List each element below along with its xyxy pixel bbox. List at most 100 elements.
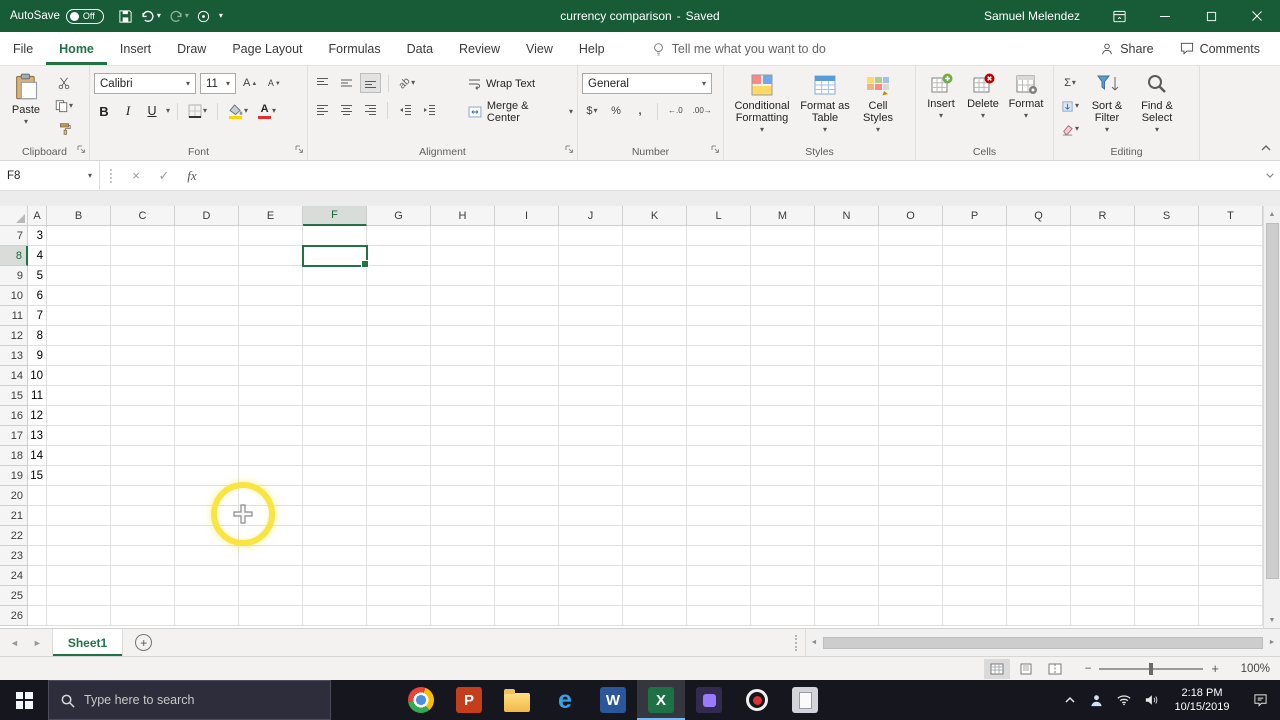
cell-M15[interactable] — [751, 386, 815, 406]
cell-F16[interactable] — [303, 406, 367, 426]
cell-T20[interactable] — [1199, 486, 1263, 506]
cell-I21[interactable] — [495, 506, 559, 526]
cell-I19[interactable] — [495, 466, 559, 486]
volume-tray-button[interactable] — [1137, 680, 1164, 720]
cell-O23[interactable] — [879, 546, 943, 566]
cell-A20[interactable] — [28, 486, 47, 506]
cell-F12[interactable] — [303, 326, 367, 346]
cell-E24[interactable] — [239, 566, 303, 586]
cell-J23[interactable] — [559, 546, 623, 566]
cell-Q22[interactable] — [1007, 526, 1071, 546]
cell-S24[interactable] — [1135, 566, 1199, 586]
column-header-C[interactable]: C — [111, 206, 175, 226]
cell-L22[interactable] — [687, 526, 751, 546]
format-cells-button[interactable]: Format ▾ — [1004, 71, 1048, 144]
expand-formula-bar-button[interactable] — [1260, 161, 1280, 190]
bold-button[interactable]: B — [94, 101, 114, 121]
cell-Q12[interactable] — [1007, 326, 1071, 346]
excel-button[interactable]: X — [637, 680, 685, 720]
cell-S25[interactable] — [1135, 586, 1199, 606]
tab-scrollbar-splitter[interactable] — [795, 634, 797, 651]
cell-T23[interactable] — [1199, 546, 1263, 566]
cell-F7[interactable] — [303, 226, 367, 246]
cell-M16[interactable] — [751, 406, 815, 426]
name-box[interactable]: F8 ▾ — [0, 161, 100, 190]
action-center-button[interactable] — [1240, 680, 1280, 720]
cell-H23[interactable] — [431, 546, 495, 566]
cell-P24[interactable] — [943, 566, 1007, 586]
cell-M11[interactable] — [751, 306, 815, 326]
increase-indent-button[interactable] — [419, 100, 439, 120]
row-header-8[interactable]: 8 — [0, 246, 28, 266]
cell-O18[interactable] — [879, 446, 943, 466]
tab-review[interactable]: Review — [446, 32, 513, 65]
cell-O26[interactable] — [879, 606, 943, 626]
cell-O25[interactable] — [879, 586, 943, 606]
cell-F21[interactable] — [303, 506, 367, 526]
cell-I16[interactable] — [495, 406, 559, 426]
cell-E26[interactable] — [239, 606, 303, 626]
percent-style-button[interactable]: % — [606, 101, 626, 121]
zoom-slider-handle[interactable] — [1149, 662, 1154, 675]
cell-R16[interactable] — [1071, 406, 1135, 426]
cell-D18[interactable] — [175, 446, 239, 466]
cell-M18[interactable] — [751, 446, 815, 466]
row-header-22[interactable]: 22 — [0, 526, 28, 546]
cell-L26[interactable] — [687, 606, 751, 626]
cell-L18[interactable] — [687, 446, 751, 466]
cell-C19[interactable] — [111, 466, 175, 486]
cell-N24[interactable] — [815, 566, 879, 586]
powerpoint-button[interactable]: P — [445, 680, 493, 720]
row-header-24[interactable]: 24 — [0, 566, 28, 586]
cell-D17[interactable] — [175, 426, 239, 446]
cell-P23[interactable] — [943, 546, 1007, 566]
cell-O10[interactable] — [879, 286, 943, 306]
cell-K20[interactable] — [623, 486, 687, 506]
cell-J14[interactable] — [559, 366, 623, 386]
cell-B15[interactable] — [47, 386, 111, 406]
format-as-table-button[interactable]: Format as Table ▾ — [796, 71, 854, 144]
cell-C11[interactable] — [111, 306, 175, 326]
cell-H21[interactable] — [431, 506, 495, 526]
cell-C17[interactable] — [111, 426, 175, 446]
cell-B20[interactable] — [47, 486, 111, 506]
cell-A17[interactable]: 13 — [28, 426, 47, 446]
cell-G17[interactable] — [367, 426, 431, 446]
cell-H18[interactable] — [431, 446, 495, 466]
cell-E13[interactable] — [239, 346, 303, 366]
cell-R14[interactable] — [1071, 366, 1135, 386]
cell-G19[interactable] — [367, 466, 431, 486]
cell-L21[interactable] — [687, 506, 751, 526]
cell-O15[interactable] — [879, 386, 943, 406]
cell-J17[interactable] — [559, 426, 623, 446]
tab-view[interactable]: View — [513, 32, 566, 65]
normal-view-button[interactable] — [983, 658, 1010, 679]
cell-N12[interactable] — [815, 326, 879, 346]
cell-N15[interactable] — [815, 386, 879, 406]
cell-S14[interactable] — [1135, 366, 1199, 386]
cell-R20[interactable] — [1071, 486, 1135, 506]
cell-E9[interactable] — [239, 266, 303, 286]
cell-H13[interactable] — [431, 346, 495, 366]
formula-bar-splitter[interactable] — [110, 168, 112, 183]
cell-R9[interactable] — [1071, 266, 1135, 286]
cell-L12[interactable] — [687, 326, 751, 346]
cell-M8[interactable] — [751, 246, 815, 266]
cell-E17[interactable] — [239, 426, 303, 446]
row-header-14[interactable]: 14 — [0, 366, 28, 386]
cell-C12[interactable] — [111, 326, 175, 346]
format-painter-button[interactable] — [52, 120, 76, 138]
cell-F24[interactable] — [303, 566, 367, 586]
cell-F22[interactable] — [303, 526, 367, 546]
cell-K19[interactable] — [623, 466, 687, 486]
cell-G14[interactable] — [367, 366, 431, 386]
previous-sheet-arrow[interactable]: ◄ — [10, 638, 19, 648]
cell-A15[interactable]: 11 — [28, 386, 47, 406]
orientation-button[interactable]: ab ▾ — [396, 73, 418, 93]
cell-A9[interactable]: 5 — [28, 266, 47, 286]
cell-J24[interactable] — [559, 566, 623, 586]
cell-J16[interactable] — [559, 406, 623, 426]
gray-app-button[interactable] — [781, 680, 829, 720]
cell-G25[interactable] — [367, 586, 431, 606]
cell-J21[interactable] — [559, 506, 623, 526]
